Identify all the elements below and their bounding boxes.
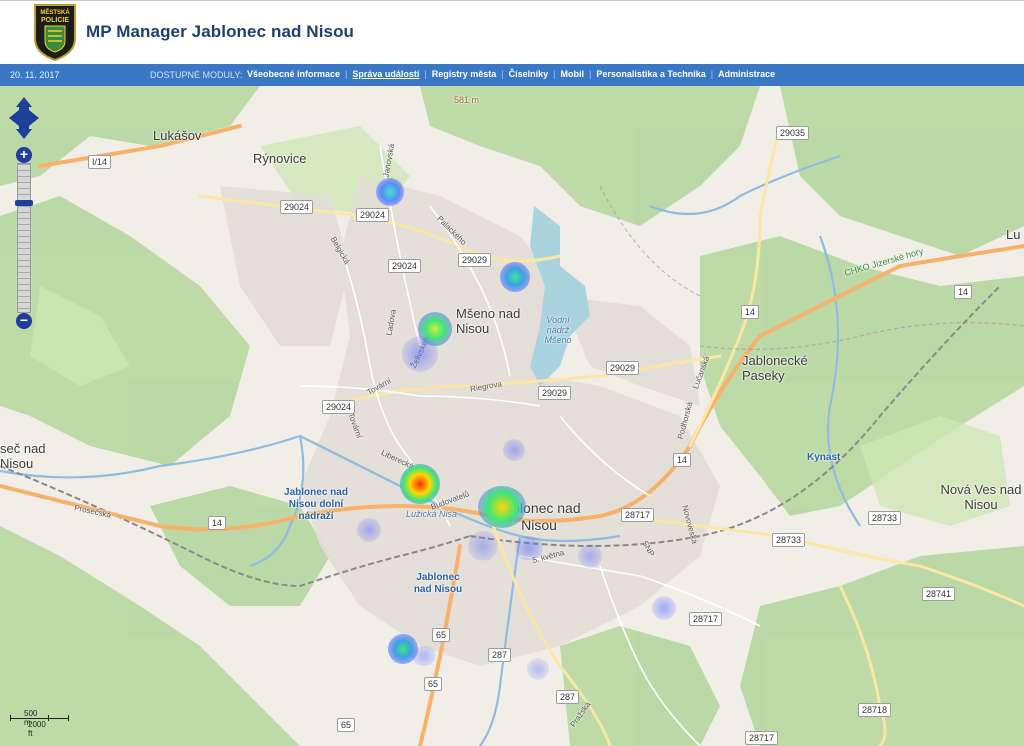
place-label-jablonec: Jablonec nad Nisou	[497, 500, 581, 533]
road-shield: I/14	[88, 155, 112, 169]
road-shield: 29024	[356, 208, 390, 222]
nav-link-sprava-udalosti[interactable]: Správa událostí	[352, 69, 419, 79]
road-shield: 14	[741, 305, 760, 319]
map-base-layer	[0, 86, 1024, 746]
place-label-lukasov: Lukášov	[153, 128, 202, 143]
road-shield: 28733	[868, 511, 902, 525]
nav-separator: |	[553, 69, 556, 79]
event-heatmap-map[interactable]: Lukášov Rýnovice Mšeno nad Nisou Jablone…	[0, 86, 1024, 746]
station-label-dolni-nadrazi: Jablonec nad Nisou dolní nádraží	[284, 487, 348, 522]
pan-up-icon	[16, 97, 32, 107]
nav-link-personalistika-technika[interactable]: Personalistika a Technika	[596, 69, 705, 79]
zoom-in-button[interactable]: +	[16, 147, 32, 163]
road-shield: 28741	[922, 587, 956, 601]
pan-control[interactable]	[8, 95, 40, 141]
logo-text-bottom: POLICIE	[41, 17, 69, 24]
zoom-slider-handle[interactable]	[15, 200, 33, 206]
road-shield: 65	[432, 628, 451, 642]
nav-separator: |	[424, 69, 427, 79]
app-header: MĚSTSKÁ POLICIE MP Manager Jablonec nad …	[0, 0, 1024, 65]
nav-link-vseobecne-informace[interactable]: Všeobecné informace	[247, 69, 340, 79]
road-shield: 14	[208, 516, 227, 530]
place-label-sec: seč nad Nisou	[0, 441, 46, 471]
logo-text-top: MĚSTSKÁ	[40, 8, 70, 16]
road-shield: 29029	[538, 386, 572, 400]
road-shield: 29035	[776, 126, 810, 140]
water-label-nadrz: Vodní nádrž Mšeno	[544, 315, 572, 345]
road-shield: 28733	[772, 533, 806, 547]
app-title: MP Manager Jablonec nad Nisou	[86, 22, 355, 41]
road-shield: 29024	[388, 259, 422, 273]
road-shield: 287	[556, 690, 580, 704]
elevation-label: 581 m	[454, 95, 480, 105]
road-shield: 65	[337, 718, 356, 732]
station-label-jablonec: Jablonec nad Nisou	[413, 572, 463, 595]
road-shield: 28717	[689, 612, 723, 626]
road-shield: 14	[673, 453, 692, 467]
place-label-mseno: Mšeno nad Nisou	[456, 306, 521, 336]
place-label-nova-ves: Nová Ves nad Nisou	[940, 482, 1022, 512]
modules-label: DOSTUPNÉ MODULY:	[150, 70, 243, 80]
pan-down-icon	[16, 129, 32, 139]
road-shield: 287	[488, 648, 512, 662]
nav-link-administrace[interactable]: Administrace	[718, 69, 775, 79]
police-logo[interactable]: MĚSTSKÁ POLICIE	[32, 3, 78, 62]
zoom-out-button[interactable]: −	[16, 313, 32, 329]
poi-label-kynast: Kynast	[807, 452, 841, 463]
module-links: Všeobecné informace | Správa událostí | …	[247, 69, 775, 79]
road-shield: 29024	[280, 200, 314, 214]
road-shield: 28717	[745, 731, 779, 745]
nav-link-mobil[interactable]: Mobil	[561, 69, 585, 79]
zoom-bar[interactable]	[17, 163, 31, 313]
road-shield: 28718	[858, 703, 892, 717]
scale-imperial: 2000 ft	[28, 720, 46, 738]
main-nav-bar: 20. 11. 2017 DOSTUPNÉ MODULY: Všeobecné …	[0, 64, 1024, 86]
nav-separator: |	[345, 69, 348, 79]
nav-link-registry-mesta[interactable]: Registry města	[432, 69, 497, 79]
nav-separator: |	[710, 69, 714, 79]
road-shield: 29024	[322, 400, 356, 414]
current-date: 20. 11. 2017	[10, 70, 60, 80]
nav-link-ciselniky[interactable]: Číselníky	[509, 69, 549, 79]
road-shield: 29029	[458, 253, 492, 267]
nav-separator: |	[501, 69, 504, 79]
place-label-rynovice: Rýnovice	[253, 151, 307, 166]
nav-separator: |	[589, 69, 592, 79]
road-shield: 14	[954, 285, 973, 299]
road-shield: 29029	[606, 361, 640, 375]
place-label-lu: Lu	[1006, 227, 1021, 242]
road-shield: 28717	[621, 508, 655, 522]
road-shield: 65	[424, 677, 443, 691]
place-label-jablonecke-paseky: Jablonecké Paseky	[742, 353, 808, 383]
